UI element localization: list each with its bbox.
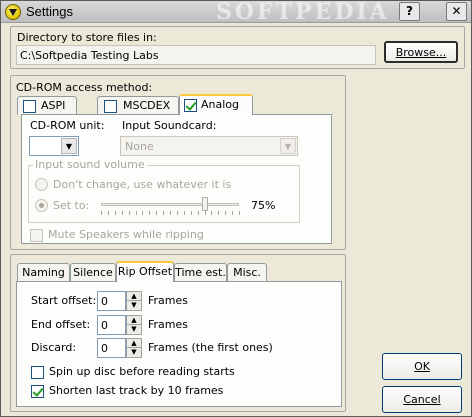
mute-label: Mute Speakers while ripping (48, 228, 204, 241)
volume-percent: 75% (251, 199, 276, 212)
dont-change-radio[interactable] (35, 178, 48, 191)
rip-offset-page: Start offset: ▲▼ Frames End offset: ▲▼ F… (16, 281, 342, 407)
slider-tick (122, 211, 123, 215)
cdrom-group-label: CD-ROM access method: (16, 81, 153, 94)
slider-tick (198, 211, 199, 215)
end-offset-input[interactable] (97, 315, 126, 335)
slider-tick (170, 211, 171, 215)
volume-group: Input sound volume Don't change, use wha… (28, 158, 300, 223)
slider-tick (163, 211, 164, 215)
ok-label: OK (414, 360, 430, 373)
set-to-radio[interactable] (35, 199, 48, 212)
slider-tick (218, 211, 219, 215)
discard-label: Discard: (31, 341, 77, 354)
end-offset-label: End offset: (31, 318, 91, 331)
cdrom-unit-select[interactable]: ▼ (29, 136, 79, 156)
slider-tick (108, 211, 109, 215)
down-arrow-icon[interactable]: ▼ (127, 348, 141, 357)
tab-naming[interactable]: Naming (17, 263, 70, 282)
directory-group: Directory to store files in: Browse... (10, 26, 465, 69)
mscdex-checkbox[interactable] (104, 100, 117, 113)
slider-tick (184, 211, 185, 215)
set-to-label: Set to: (53, 199, 90, 212)
slider-tick (177, 211, 178, 215)
spin-up-checkbox[interactable] (31, 366, 44, 379)
volume-group-label: Input sound volume (33, 158, 147, 171)
tab-misc[interactable]: Misc. (227, 263, 267, 282)
analog-checkbox[interactable] (184, 99, 197, 112)
start-offset-input[interactable] (97, 291, 126, 311)
help-button[interactable]: ? (399, 2, 420, 21)
up-arrow-icon[interactable]: ▲ (127, 316, 141, 325)
slider-tick (129, 211, 130, 215)
slider-tick (205, 211, 206, 215)
soundcard-label: Input Soundcard: (122, 119, 217, 132)
ok-button[interactable]: OK (382, 353, 462, 380)
mscdex-label: MSCDEX (123, 99, 171, 112)
settings-window: Settings SOFTPEDIA ? ✕ Directory to stor… (0, 0, 472, 417)
tab-silence[interactable]: Silence (70, 263, 116, 282)
up-arrow-icon[interactable]: ▲ (127, 292, 141, 301)
cancel-label: Cancel (403, 393, 441, 406)
cancel-button[interactable]: Cancel (382, 386, 462, 413)
aspi-checkbox[interactable] (23, 100, 36, 113)
down-arrow-icon[interactable]: ▼ (127, 325, 141, 334)
title-bar: Settings SOFTPEDIA ? ✕ (1, 0, 471, 25)
slider-tick (136, 211, 137, 215)
options-group: Naming Silence Rip Offset Time est. Misc… (10, 254, 346, 412)
tab-rip-offset[interactable]: Rip Offset (116, 261, 174, 282)
slider-tick (191, 211, 192, 215)
soundcard-value: None (125, 140, 154, 153)
browse-button[interactable]: Browse... (384, 41, 458, 63)
directory-label: Directory to store files in: (17, 31, 157, 44)
down-arrow-icon[interactable]: ▼ (127, 301, 141, 310)
shorten-label: Shorten last track by 10 frames (49, 384, 224, 397)
slider-tick (156, 211, 157, 215)
discard-unit: Frames (the first ones) (148, 341, 273, 354)
start-offset-label: Start offset: (31, 294, 97, 307)
slider-tick (225, 211, 226, 215)
slider-tick (142, 211, 143, 215)
dont-change-label: Don't change, use whatever it is (53, 178, 232, 191)
close-button[interactable]: ✕ (446, 2, 467, 21)
watermark: SOFTPEDIA (216, 0, 390, 25)
method-tab-mscdex[interactable]: MSCDEX (97, 96, 179, 115)
discard-input[interactable] (97, 338, 126, 358)
start-offset-unit: Frames (148, 294, 189, 307)
method-tab-aspi[interactable]: ASPI (17, 96, 77, 115)
shorten-checkbox[interactable] (31, 385, 44, 398)
cdrom-group: CD-ROM access method: ASPI MSCDEX Analog… (10, 75, 346, 250)
analog-page: CD-ROM unit: ▼ Input Soundcard: None ▼ I… (21, 114, 332, 244)
volume-slider-thumb[interactable] (202, 197, 208, 211)
cdrom-unit-label: CD-ROM unit: (30, 119, 105, 132)
end-offset-spinner[interactable]: ▲ ▼ (126, 315, 142, 335)
analog-label: Analog (201, 98, 240, 111)
directory-field[interactable] (16, 45, 376, 65)
tab-time-est[interactable]: Time est. (174, 263, 227, 282)
window-title: Settings (26, 4, 73, 19)
slider-tick (101, 211, 102, 215)
slider-tick (211, 211, 212, 215)
volume-slider-track[interactable] (101, 203, 239, 206)
discard-spinner[interactable]: ▲ ▼ (126, 338, 142, 358)
end-offset-unit: Frames (148, 318, 189, 331)
start-offset-spinner[interactable]: ▲ ▼ (126, 291, 142, 311)
spin-up-label: Spin up disc before reading starts (49, 365, 235, 378)
browse-label: Browse... (395, 45, 447, 59)
chevron-down-icon: ▼ (61, 138, 77, 154)
slider-tick (115, 211, 116, 215)
mute-checkbox[interactable] (30, 229, 43, 242)
aspi-label: ASPI (41, 99, 66, 112)
chevron-down-icon: ▼ (280, 138, 296, 154)
soundcard-select[interactable]: None ▼ (120, 136, 298, 156)
app-icon (5, 4, 21, 20)
up-arrow-icon[interactable]: ▲ (127, 339, 141, 348)
method-tab-analog[interactable]: Analog (179, 94, 253, 115)
slider-tick (239, 211, 240, 215)
slider-tick (232, 211, 233, 215)
slider-tick (149, 211, 150, 215)
